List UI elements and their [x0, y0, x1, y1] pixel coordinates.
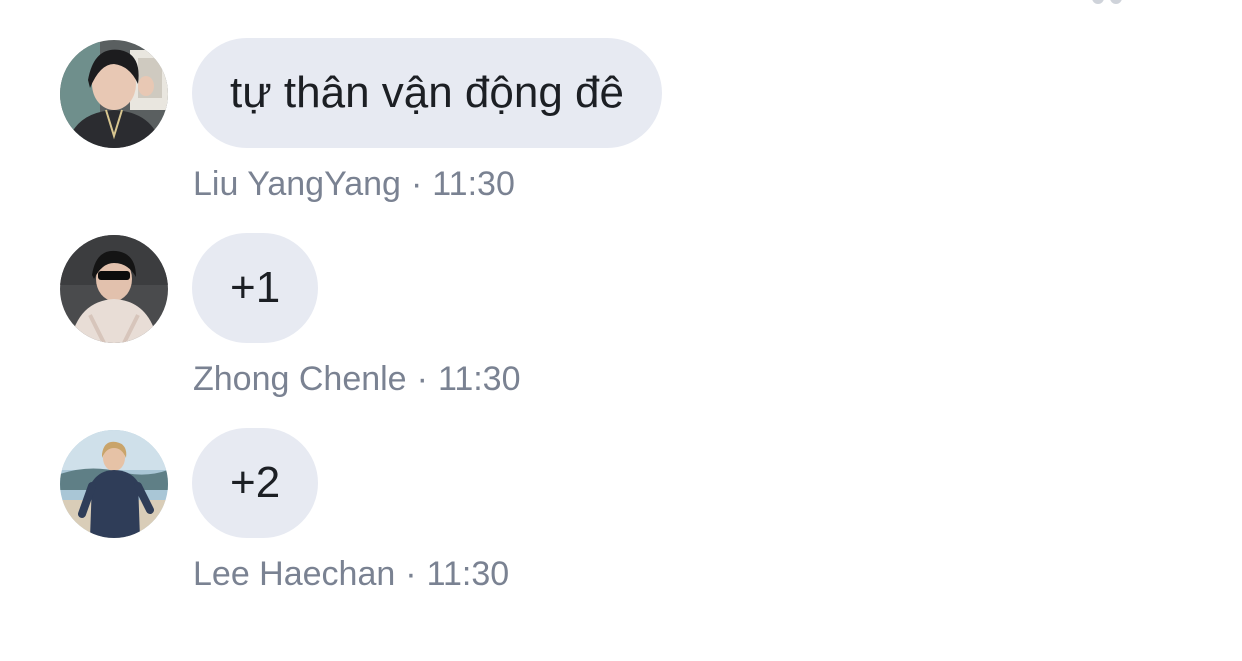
meta-separator: ·	[405, 555, 417, 593]
message-meta: Lee Haechan · 11:30	[193, 555, 509, 594]
message-text: +1	[230, 263, 281, 312]
avatar-photo-zhong-chenle	[60, 235, 168, 343]
sender-name[interactable]: Lee Haechan	[193, 555, 395, 593]
message-text: tự thân vận động đê	[230, 68, 624, 117]
message-time: 11:30	[426, 555, 510, 593]
top-edge-fragment	[1088, 0, 1148, 4]
avatar-photo-lee-haechan	[60, 430, 168, 538]
message-meta: Zhong Chenle · 11:30	[193, 360, 521, 399]
sender-name[interactable]: Liu YangYang	[193, 165, 401, 203]
message-time: 11:30	[437, 360, 521, 398]
sender-avatar[interactable]	[60, 235, 168, 343]
meta-separator: ·	[410, 165, 423, 203]
meta-separator: ·	[416, 360, 428, 398]
partial-top-icon	[1092, 0, 1122, 4]
message-bubble[interactable]: tự thân vận động đê	[192, 38, 662, 148]
message-text: +2	[230, 458, 281, 507]
message-bubble[interactable]: +2	[192, 428, 319, 538]
sender-name[interactable]: Zhong Chenle	[193, 360, 407, 398]
avatar-photo-liu-yangyang	[60, 40, 168, 148]
sender-avatar[interactable]	[60, 40, 168, 148]
sender-avatar[interactable]	[60, 430, 168, 538]
message-meta: Liu YangYang · 11:30	[193, 165, 515, 204]
message-time: 11:30	[432, 165, 515, 203]
message-bubble[interactable]: +1	[192, 233, 319, 343]
